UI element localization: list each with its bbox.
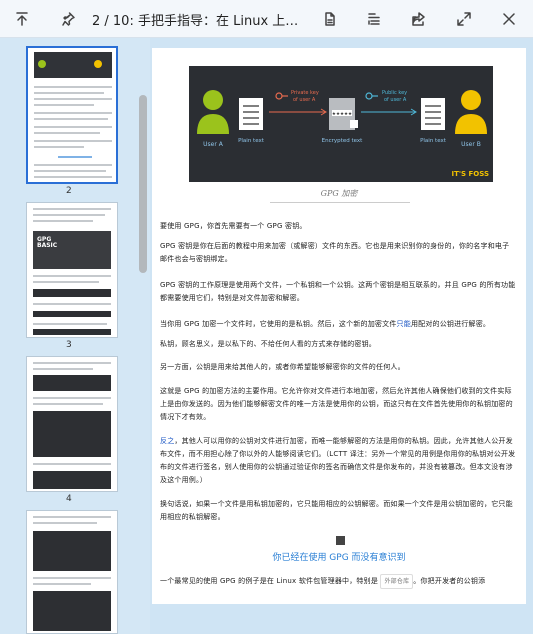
private-key-label-line2: of user A [293,97,316,103]
thumbnail-page-number: 4 [66,494,72,504]
public-key-label-line2: of user A [384,97,407,103]
document-title: 2 / 10: 手把手指导：在 Linux 上使用… [92,10,302,29]
heading-anchor-icon [336,536,345,545]
outline-icon[interactable] [362,7,386,31]
paragraph-3: GPG 密钥的工作原理是使用两个文件，一个私钥和一个公钥。这两个密钥是相互联系的… [160,281,516,302]
external-repo-link[interactable]: 外部仓库 [380,574,414,589]
figure-caption: GPG 加密 [320,189,358,198]
plain-text-label-1: Plain text [238,138,265,144]
page-indicator: 2 / 10 [92,14,130,29]
plain-text-label-2: Plain text [420,138,447,144]
thumbnail-pane: 2 GPG BASIC 3 4 [0,38,150,634]
title-text: 手把手指导：在 Linux 上使用… [137,14,302,29]
page-thumbnail-4[interactable] [26,510,118,634]
paragraph-2: GPG 密钥是你在后面的教程中用来加密（或解密）文件的东西。它也是用来识别你的身… [160,242,510,263]
paragraph-9: 换句话说，如果一个文件是用私钥加密的，它只能用相应的公钥解密。而如果一个文件是用… [160,500,513,521]
paragraph-8: 反之，其他人可以用你的公钥对文件进行加密，而唯一能够解密的方法是用你的私钥。因此… [160,437,516,484]
brand-logo: IT'S FOSS [451,170,489,178]
public-key-label-line1: Public key [382,90,407,96]
paragraph-4: 当你用 GPG 加密一个文件时，它使用的是私钥。然后，这个新的加密文件只能用配对… [160,320,491,328]
share-icon[interactable] [406,7,430,31]
private-key-label-line1: Private key [291,90,319,96]
user-a-label: User A [203,141,224,148]
page-thumbnail-1[interactable] [26,46,118,184]
gpg-encryption-figure: User A Plain text Private key of user A … [189,66,493,182]
paragraph-1: 要使用 GPG，你首先需要有一个 GPG 密钥。 [160,222,307,230]
page-thumbnail-2[interactable]: GPG BASIC [26,202,118,338]
scroll-top-icon[interactable] [10,7,34,31]
document-page: User A Plain text Private key of user A … [152,48,526,604]
paragraph-5: 私钥，顾名思义，是以私下的、不给任何人看的方式来存储的密钥。 [160,340,376,348]
section-heading: 你已经在使用 GPG 而没有意识到 [272,553,406,563]
paragraph-6: 另一方面，公钥是用来给其他人的，或者你希望能够解密你的文件的任何人。 [160,363,405,371]
close-icon[interactable] [497,7,521,31]
user-b-label: User B [461,141,481,148]
paragraph-7: 这就是 GPG 的加密方法的主要作用。它允许你对文件进行本地加密，然后允许其他人… [160,387,513,421]
svg-text:★★★★★: ★★★★★ [332,111,352,117]
paragraph-10: 一个最常见的使用 GPG 的例子是在 Linux 软件包管理器中，特别是 外部仓… [160,574,516,589]
expand-icon[interactable] [452,7,476,31]
document-icon[interactable] [318,7,342,31]
thumbnail-page-number: 3 [66,340,72,350]
pin-icon[interactable] [56,7,80,31]
toolbar: 2 / 10: 手把手指导：在 Linux 上使用… [0,0,533,38]
encrypted-text-label: Encrypted text [322,138,363,144]
page-thumbnail-3[interactable] [26,356,118,492]
thumbnail-page-number: 2 [66,186,72,196]
caption-divider [270,202,410,203]
sidebar-scrollbar[interactable] [139,95,147,273]
